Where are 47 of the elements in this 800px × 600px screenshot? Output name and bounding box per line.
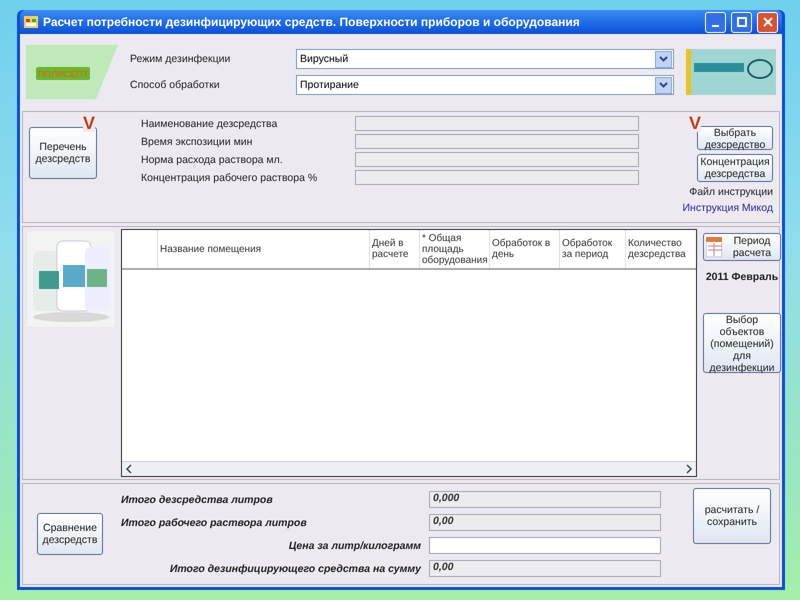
- window-title: Расчет потребности дезинфицирующих средств. Поверхности приборов и оборудования: [43, 15, 581, 29]
- minimize-icon: [712, 25, 719, 27]
- column-header[interactable]: Обработок за период: [560, 230, 626, 268]
- chevron-down-icon: [659, 82, 668, 88]
- maximize-icon: [736, 17, 746, 27]
- field-label: Норма расхода раствора мл.: [141, 154, 283, 166]
- field-label: Наименование дезсредства: [141, 118, 278, 130]
- app-icon: [24, 16, 38, 28]
- calculate-button[interactable]: расчитать / сохранить: [693, 488, 771, 544]
- period-button[interactable]: Период расчета: [703, 233, 781, 261]
- total-label: Итого рабочего раствора литров: [121, 516, 307, 528]
- total-value: 0,00: [429, 514, 661, 531]
- total-label: Цена за литр/килограмм: [288, 540, 421, 552]
- check-mark: V: [688, 114, 701, 132]
- dropdown[interactable]: Вирусный: [296, 49, 674, 69]
- setting-label: Способ обработки: [130, 79, 220, 91]
- column-header[interactable]: Обработок в день: [490, 230, 560, 268]
- maximize-button[interactable]: [731, 12, 752, 32]
- field-label: Время экспозиции мин: [141, 136, 252, 148]
- setting-label: Режим дезинфекции: [130, 53, 230, 65]
- compare-button[interactable]: Сравнение дезсредств: [37, 513, 103, 555]
- objects-button[interactable]: Выбор объектов (помещений) для дезинфекции: [703, 313, 781, 373]
- instructions-label: Файл инструкции: [689, 186, 773, 198]
- total-label: Итого дезинфицирующего средства на сумму: [170, 562, 421, 574]
- concentration-button[interactable]: Концентрация дезсредства: [697, 154, 773, 182]
- total-value: 0,00: [429, 560, 661, 577]
- input-field[interactable]: [429, 537, 661, 554]
- total-label: Итого дезсредства литров: [121, 494, 273, 506]
- column-header[interactable]: * Общая площадь оборудования: [420, 230, 490, 268]
- column-header[interactable]: Дней в расчете: [370, 230, 420, 268]
- total-value: 0,000: [429, 491, 661, 508]
- select-button[interactable]: Выбрать дезсредство: [697, 126, 773, 150]
- calendar-icon: [706, 237, 722, 257]
- brand-banner-icon: [686, 49, 776, 95]
- chevron-down-icon: [659, 56, 668, 62]
- close-icon: [762, 17, 772, 27]
- horizontal-scrollbar[interactable]: [122, 461, 696, 476]
- minimize-button[interactable]: [705, 12, 726, 32]
- dropdown[interactable]: Протирание: [296, 75, 674, 95]
- close-button[interactable]: [757, 12, 778, 32]
- period-value: 2011 Февраль: [706, 271, 778, 283]
- check-mark: V: [83, 114, 96, 132]
- column-header[interactable]: Название помещения: [158, 230, 370, 268]
- logo: ПОЛИСЕПТ: [26, 45, 118, 99]
- instructions-link[interactable]: Инструкция Микод: [682, 202, 773, 214]
- column-header[interactable]: Количество дезсредства: [626, 230, 698, 268]
- field-label: Концентрация рабочего раствора %: [141, 172, 318, 184]
